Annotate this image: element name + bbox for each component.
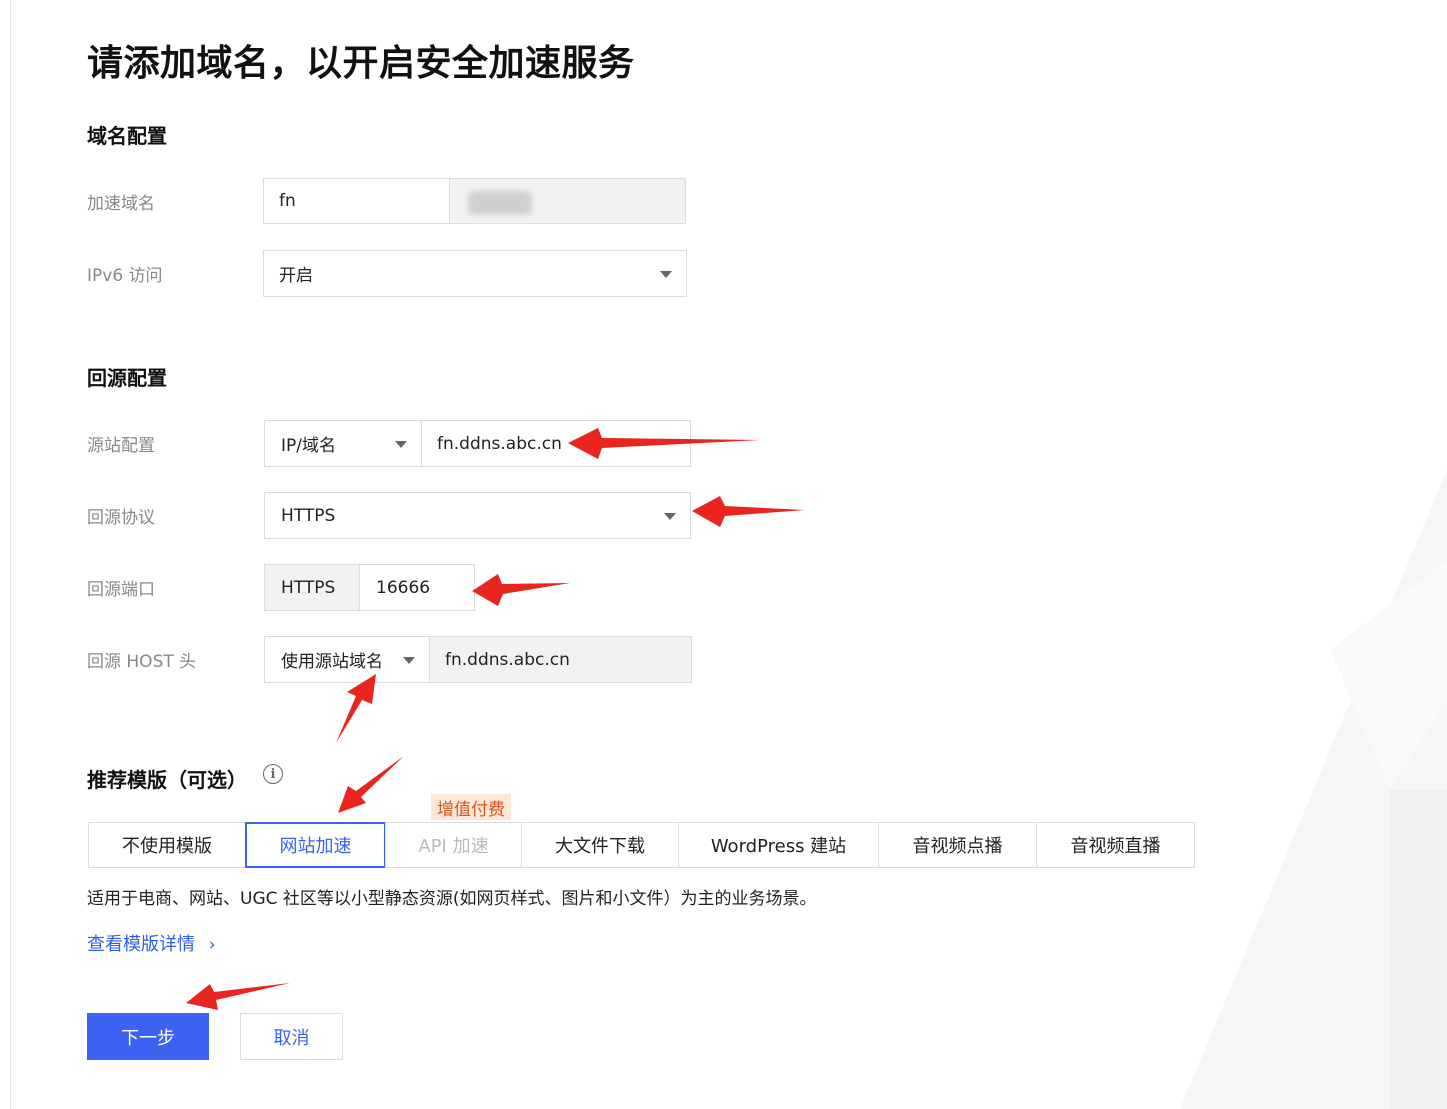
ipv6-label: IPv6 访问 (87, 266, 163, 286)
tab-website-accel[interactable]: 网站加速 (245, 822, 386, 868)
host-type-value: 使用源站域名 (281, 652, 383, 672)
tab-label: 网站加速 (279, 836, 352, 857)
origin-type-value: IP/域名 (281, 436, 336, 456)
host-value: fn.ddns.abc.cn (445, 649, 570, 670)
tab-vod[interactable]: 音视频点播 (878, 822, 1037, 868)
annotation-arrows (186, 428, 805, 1010)
cancel-button-label: 取消 (273, 1027, 310, 1049)
info-icon[interactable]: i (263, 764, 283, 784)
accel-domain-input[interactable]: fn (263, 178, 450, 224)
origin-config-title: 回源配置 (87, 366, 167, 390)
ipv6-select[interactable]: 开启 (263, 250, 687, 297)
host-type-select[interactable]: 使用源站域名 (264, 636, 430, 683)
origin-address-value: fn.ddns.abc.cn (437, 433, 562, 454)
annotation-arrow (338, 756, 404, 813)
background-decoration (1180, 470, 1447, 1109)
accel-domain-label: 加速域名 (87, 194, 155, 214)
tab-label: 大文件下载 (555, 836, 645, 857)
port-input[interactable]: 16666 (359, 564, 475, 611)
next-button-label: 下一步 (121, 1027, 175, 1049)
template-description: 适用于电商、网站、UGC 社区等以小型静态资源(如网页样式、图片和小文件）为主的… (87, 889, 817, 909)
tab-live[interactable]: 音视频直播 (1036, 822, 1195, 868)
left-border (10, 0, 11, 1109)
tab-label: WordPress 建站 (710, 836, 847, 857)
host-label: 回源 HOST 头 (87, 652, 197, 672)
cancel-button[interactable]: 取消 (240, 1013, 343, 1060)
chevron-down-icon (403, 657, 415, 664)
annotation-arrow (336, 674, 376, 743)
origin-address-input[interactable]: fn.ddns.abc.cn (421, 420, 691, 467)
page-title: 请添加域名，以开启安全加速服务 (87, 43, 635, 84)
paid-badge: 增值付费 (431, 794, 511, 820)
origin-type-select[interactable]: IP/域名 (264, 420, 422, 467)
tab-large-file-download[interactable]: 大文件下载 (521, 822, 679, 868)
port-label: 回源端口 (87, 580, 155, 600)
host-value-field: fn.ddns.abc.cn (429, 636, 692, 683)
origin-label: 源站配置 (87, 436, 155, 456)
tab-no-template[interactable]: 不使用模版 (88, 822, 246, 868)
port-prefix-text: HTTPS (281, 577, 336, 598)
template-details-link[interactable]: 查看模版详情 › (87, 930, 216, 956)
tab-label: 音视频点播 (912, 836, 1003, 857)
tab-label: 不使用模版 (122, 836, 212, 857)
next-button[interactable]: 下一步 (87, 1013, 209, 1060)
chevron-down-icon (664, 513, 676, 520)
chevron-right-icon: › (208, 935, 216, 955)
port-value: 16666 (376, 577, 431, 598)
redacted-domain-suffix (468, 191, 532, 215)
accel-domain-value: fn (279, 191, 296, 211)
tab-wordpress[interactable]: WordPress 建站 (678, 822, 879, 868)
chevron-down-icon (660, 271, 672, 278)
protocol-select[interactable]: HTTPS (264, 492, 691, 539)
protocol-label: 回源协议 (87, 508, 155, 528)
ipv6-value: 开启 (279, 266, 313, 286)
port-prefix: HTTPS (264, 564, 360, 611)
protocol-value: HTTPS (281, 505, 336, 526)
chevron-down-icon (395, 441, 407, 448)
tab-api-accel[interactable]: API 加速 (385, 822, 522, 868)
annotation-arrow (186, 983, 290, 1010)
domain-config-title: 域名配置 (87, 124, 167, 148)
annotation-arrow (472, 574, 570, 606)
template-section-title: 推荐模版（可选） (87, 768, 247, 792)
tab-label: API 加速 (418, 836, 489, 857)
tab-label: 音视频直播 (1070, 836, 1161, 857)
annotation-arrow (692, 496, 805, 527)
template-details-label: 查看模版详情 (87, 934, 195, 955)
